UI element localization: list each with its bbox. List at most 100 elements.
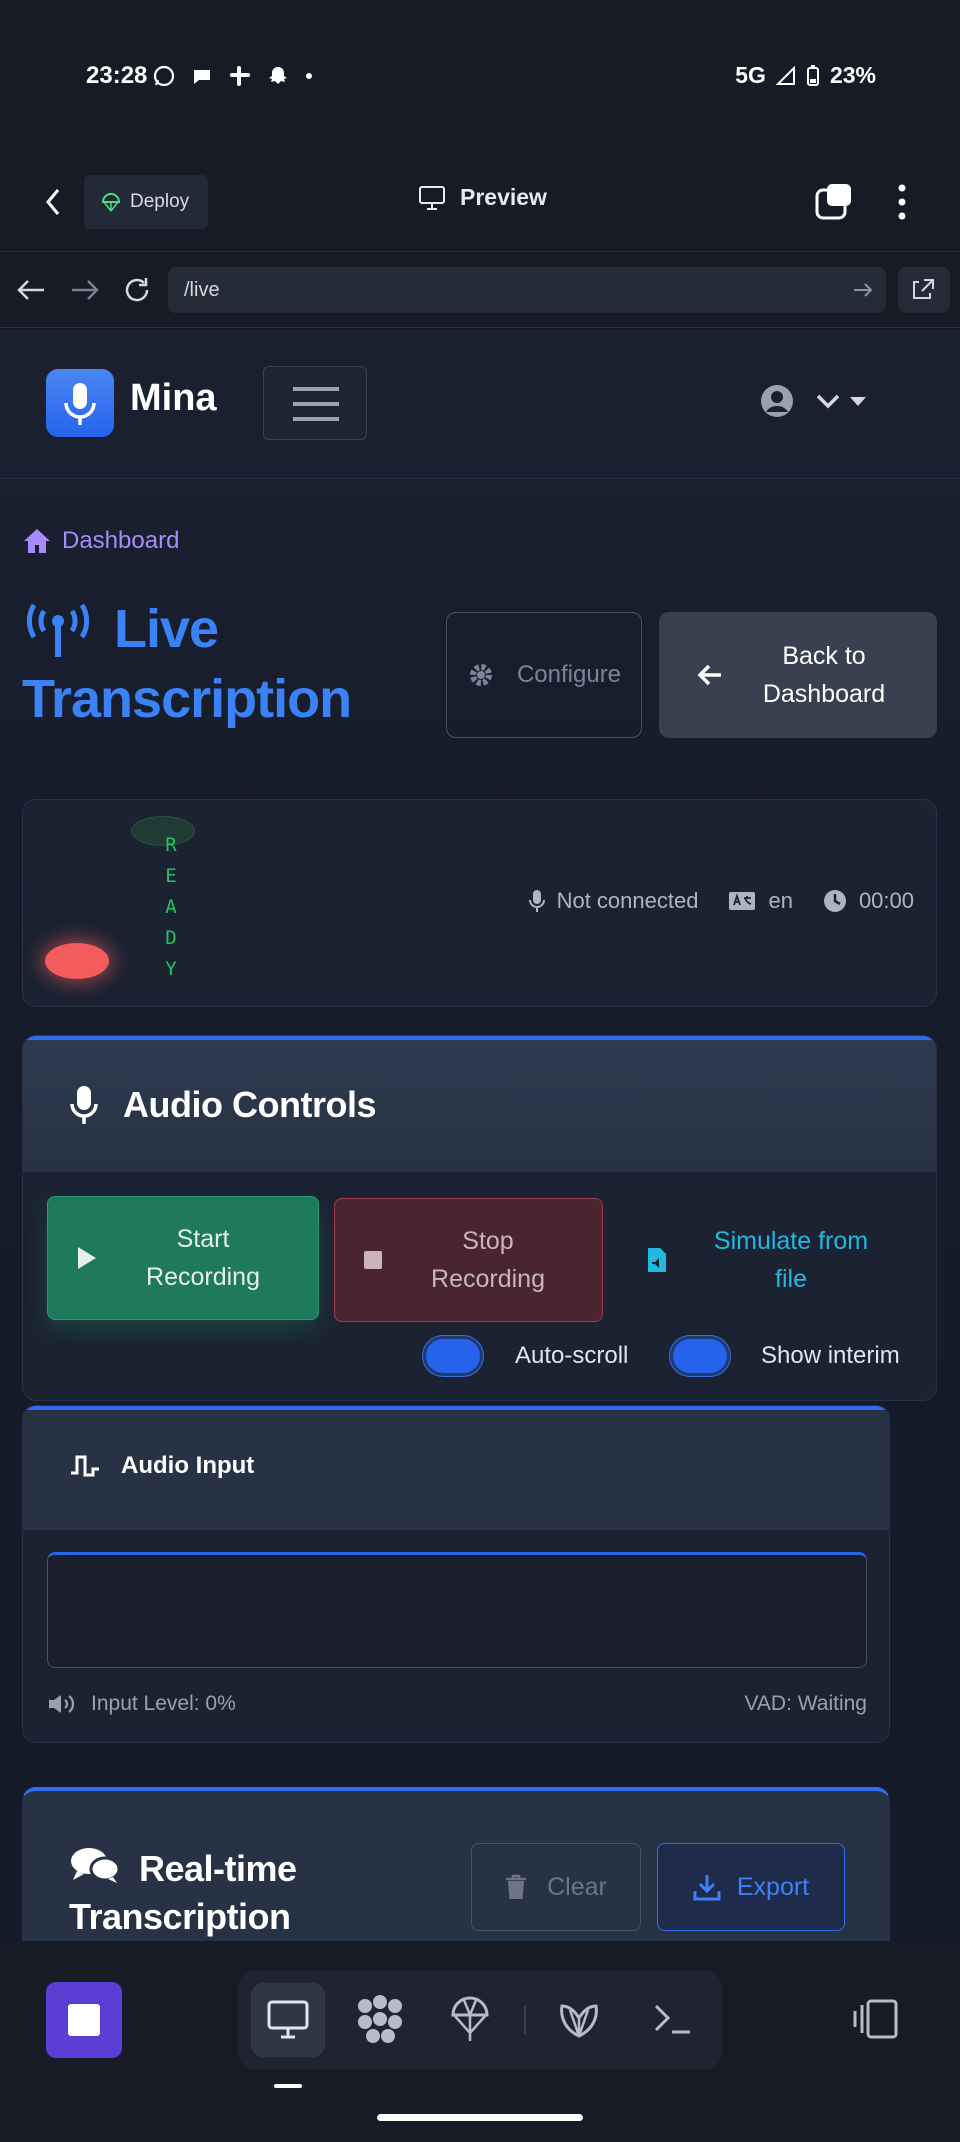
simulate-label: Simulate from file [713,1227,869,1293]
export-label: Export [736,1872,810,1901]
auto-scroll-toggle[interactable] [423,1336,483,1376]
language-icon [729,892,756,910]
battery-icon [806,64,819,86]
status-ready-text: R E A D Y [161,830,181,985]
logo[interactable] [46,369,114,437]
file-audio-icon [648,1248,666,1272]
user-menu[interactable] [760,384,870,418]
input-level-text: Input Level: 0% [91,1692,236,1715]
home-icon [24,529,50,553]
external-link-icon [913,279,934,299]
breadcrumb-dashboard: Dashboard [62,527,180,554]
desktop-icon[interactable] [267,2000,309,2040]
recording-indicator [45,943,109,979]
ready-letter: A [165,896,177,918]
audio-input-title-text: Audio Input [121,1452,255,1479]
configure-button[interactable]: Configure [446,612,642,738]
web-page: Mina Dashboard Live Transcription Config… [0,329,960,1941]
trash-icon [506,1874,527,1899]
breadcrumb[interactable]: Dashboard [22,527,179,555]
show-interim-label: Show interim [761,1342,900,1369]
menu-toggle-button[interactable] [263,366,367,440]
deploy-label: Deploy [130,191,190,212]
ready-letter: Y [165,958,177,980]
clear-button[interactable]: Clear [471,1843,641,1931]
deploy-button[interactable]: Deploy [84,175,208,229]
go-arrow-icon[interactable] [852,281,874,299]
audio-controls-card: Audio Controls Start Recording Stop Reco… [22,1035,937,1401]
ready-letter: D [165,927,177,949]
status-time: 23:28 [86,62,148,89]
back-chevron-icon[interactable] [42,186,64,218]
language-status: en [728,888,793,914]
status-card: R E A D Y Not connected en 00:00 [22,799,937,1007]
transcription-card: Real-time Transcription Clear Export [22,1787,890,1941]
connection-text: Not connected [556,888,699,913]
ready-letter: E [165,865,177,887]
deploy-icon [101,192,121,212]
microphone-small-icon [528,890,545,912]
page-title: Live Transcription [22,594,442,734]
auto-scroll-label: Auto-scroll [515,1342,629,1369]
simulate-from-file-button[interactable]: Simulate from file [627,1198,927,1322]
session-meta: Not connected en 00:00 [528,888,914,914]
home-indicator[interactable] [377,2114,583,2121]
audio-level-visualizer [47,1552,867,1668]
back-to-dashboard-button[interactable]: Back to Dashboard [659,612,937,738]
shell-icon[interactable] [556,1996,602,2042]
microphone-icon [64,383,96,425]
more-vertical-icon[interactable] [896,184,908,220]
agent-icon[interactable] [355,1994,405,2044]
preview-label: Preview [460,184,547,210]
url-text: /live [184,279,220,301]
top-nav: Mina [0,329,960,479]
browser-forward-icon[interactable] [70,278,100,302]
chat-icon [194,70,210,84]
notification-icons [152,64,314,88]
input-level: Input Level: 0% [47,1692,236,1716]
audio-controls-header: Audio Controls [23,1036,936,1172]
back-label: Back to Dashboard [762,642,886,708]
play-icon [78,1247,96,1269]
transcription-title-text: Real-time Transcription [69,1848,297,1937]
stop-icon [364,1251,382,1269]
start-label: Start Recording [146,1225,260,1291]
stop-square-icon [68,2004,100,2036]
start-recording-button[interactable]: Start Recording [47,1196,319,1320]
stop-label: Stop Recording [431,1227,545,1293]
audio-controls-title: Audio Controls [69,1084,376,1126]
timer: 00:00 [823,888,914,914]
terminal-icon[interactable] [652,2002,692,2036]
audio-input-title: Audio Input [69,1452,254,1480]
waveform-icon [71,1455,99,1477]
preview-tab[interactable]: Preview [418,184,547,211]
tabs-icon[interactable] [815,182,855,220]
battery-label: 23% [829,62,876,88]
configure-label: Configure [516,661,622,688]
export-button[interactable]: Export [657,1843,845,1931]
ready-letter: R [165,834,177,856]
connection-status: Not connected [528,888,699,914]
tab-divider [524,2006,526,2034]
transcription-title: Real-time Transcription [69,1845,409,1941]
audio-input-header: Audio Input [23,1406,889,1530]
active-tab-indicator [274,2084,302,2088]
open-external-button[interactable] [898,267,950,313]
stop-app-button[interactable] [46,1982,122,2058]
brand-name[interactable]: Mina [130,377,217,420]
show-interim-toggle[interactable] [670,1336,730,1376]
microphone-icon [70,1086,98,1124]
browser-back-icon[interactable] [16,278,46,302]
deploy-tab-icon[interactable] [450,1994,490,2044]
slack-icon [230,66,250,86]
reload-icon[interactable] [122,275,152,305]
split-view-icon[interactable] [852,1999,898,2039]
whatsapp-icon [153,65,175,87]
chevron-down-icon [816,394,866,409]
signal-icon [775,65,795,85]
audio-controls-title-text: Audio Controls [123,1084,376,1125]
url-input[interactable]: /live [168,267,886,313]
stop-recording-button[interactable]: Stop Recording [334,1198,603,1322]
dot-icon [306,73,312,79]
duration-text: 00:00 [858,888,914,913]
